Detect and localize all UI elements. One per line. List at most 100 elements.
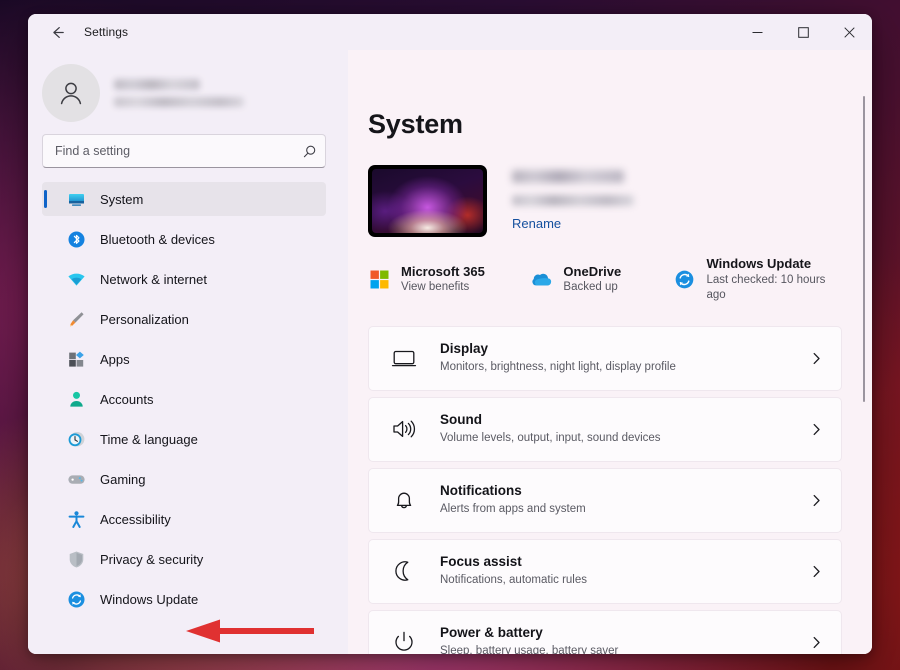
sidebar-item-label: Windows Update (100, 592, 198, 607)
sidebar-item-label: Bluetooth & devices (100, 232, 215, 247)
status-title: Windows Update (707, 255, 843, 273)
chevron-right-icon[interactable] (810, 494, 823, 507)
chevron-right-icon[interactable] (810, 636, 823, 649)
sidebar-item-network-internet[interactable]: Network & internet (42, 262, 326, 296)
bluetooth-icon (66, 229, 86, 249)
window-body: System Bluetooth & devices (28, 50, 872, 654)
sidebar-item-accounts[interactable]: Accounts (42, 382, 326, 416)
apps-grid-icon (66, 349, 86, 369)
main-content: System Rename (348, 50, 872, 654)
sidebar-item-label: Apps (100, 352, 130, 367)
paintbrush-icon (66, 309, 86, 329)
chevron-right-icon[interactable] (810, 423, 823, 436)
search-box[interactable] (42, 134, 326, 168)
clock-globe-icon (66, 429, 86, 449)
settings-window: Settings (28, 14, 872, 654)
sidebar-item-label: Accounts (100, 392, 153, 407)
person-avatar-icon (42, 64, 100, 122)
sidebar-item-apps[interactable]: Apps (42, 342, 326, 376)
card-subtitle: Alerts from apps and system (440, 501, 810, 518)
onedrive-cloud-icon (530, 268, 552, 290)
desktop-wallpaper: Settings (0, 0, 900, 670)
card-title: Display (440, 340, 810, 359)
settings-card-power-battery[interactable]: Power & battery Sleep, battery usage, ba… (368, 610, 842, 654)
person-icon (66, 389, 86, 409)
card-title: Notifications (440, 482, 810, 501)
settings-card-notifications[interactable]: Notifications Alerts from apps and syste… (368, 468, 842, 533)
settings-card-list: Display Monitors, brightness, night ligh… (368, 326, 842, 654)
window-titlebar: Settings (28, 14, 872, 50)
card-subtitle: Monitors, brightness, night light, displ… (440, 359, 810, 376)
device-wallpaper-thumbnail (368, 165, 487, 237)
window-title: Settings (84, 25, 128, 39)
rename-link[interactable]: Rename (512, 216, 561, 231)
device-summary: Rename (368, 165, 842, 237)
account-identity (114, 79, 244, 107)
status-subtitle: View benefits (401, 280, 485, 296)
sidebar-item-gaming[interactable]: Gaming (42, 462, 326, 496)
device-name-redacted (512, 170, 624, 183)
settings-card-display[interactable]: Display Monitors, brightness, night ligh… (368, 326, 842, 391)
monitor-icon (389, 343, 419, 373)
sidebar-item-personalization[interactable]: Personalization (42, 302, 326, 336)
sidebar-item-privacy-security[interactable]: Privacy & security (42, 542, 326, 576)
main-scrollbar[interactable] (858, 96, 870, 402)
sidebar: System Bluetooth & devices (28, 50, 348, 654)
status-windows-update[interactable]: Windows Update Last checked: 10 hours ag… (674, 255, 843, 304)
search-icon[interactable] (302, 144, 317, 159)
close-icon[interactable] (826, 14, 872, 50)
chevron-right-icon[interactable] (810, 352, 823, 365)
moon-icon (389, 556, 419, 586)
microsoft-logo-icon (368, 268, 390, 290)
sidebar-item-accessibility[interactable]: Accessibility (42, 502, 326, 536)
page-title: System (368, 109, 842, 140)
windows-update-sync-icon (674, 268, 696, 290)
card-title: Focus assist (440, 553, 810, 572)
account-name-redacted (114, 79, 200, 90)
card-subtitle: Sleep, battery usage, battery saver (440, 643, 810, 654)
accessibility-person-icon (66, 509, 86, 529)
sidebar-item-label: Personalization (100, 312, 189, 327)
maximize-icon[interactable] (780, 14, 826, 50)
search-area (28, 122, 348, 168)
account-email-redacted (114, 97, 244, 107)
card-subtitle: Volume levels, output, input, sound devi… (440, 430, 810, 447)
settings-card-focus-assist[interactable]: Focus assist Notifications, automatic ru… (368, 539, 842, 604)
status-title: OneDrive (563, 263, 621, 281)
chevron-right-icon[interactable] (810, 565, 823, 578)
settings-card-sound[interactable]: Sound Volume levels, output, input, soun… (368, 397, 842, 462)
status-title: Microsoft 365 (401, 263, 485, 281)
device-model-redacted (512, 195, 634, 206)
minimize-icon[interactable] (734, 14, 780, 50)
sidebar-item-label: Network & internet (100, 272, 207, 287)
power-icon (389, 627, 419, 654)
scrollbar-thumb[interactable] (863, 96, 865, 402)
status-subtitle: Backed up (563, 280, 621, 296)
sidebar-nav: System Bluetooth & devices (28, 182, 348, 616)
back-arrow-icon[interactable] (40, 17, 74, 47)
account-summary[interactable] (28, 50, 348, 122)
sidebar-item-label: Accessibility (100, 512, 171, 527)
bell-icon (389, 485, 419, 515)
system-monitor-icon (66, 189, 86, 209)
card-subtitle: Notifications, automatic rules (440, 572, 810, 589)
sidebar-item-bluetooth-devices[interactable]: Bluetooth & devices (42, 222, 326, 256)
status-onedrive[interactable]: OneDrive Backed up (530, 263, 673, 296)
sidebar-item-label: Time & language (100, 432, 198, 447)
sidebar-item-time-language[interactable]: Time & language (42, 422, 326, 456)
sidebar-item-system[interactable]: System (42, 182, 326, 216)
window-controls (734, 14, 872, 50)
card-title: Sound (440, 411, 810, 430)
card-title: Power & battery (440, 624, 810, 643)
wifi-icon (66, 269, 86, 289)
shield-icon (66, 549, 86, 569)
sidebar-item-windows-update[interactable]: Windows Update (42, 582, 326, 616)
sidebar-item-label: System (100, 192, 143, 207)
sidebar-item-label: Gaming (100, 472, 146, 487)
device-identity: Rename (512, 165, 634, 233)
search-input[interactable] (55, 144, 302, 158)
sidebar-item-label: Privacy & security (100, 552, 203, 567)
quick-status-row: Microsoft 365 View benefits (368, 255, 842, 304)
windows-update-sync-icon (66, 589, 86, 609)
status-microsoft-365[interactable]: Microsoft 365 View benefits (368, 263, 530, 296)
